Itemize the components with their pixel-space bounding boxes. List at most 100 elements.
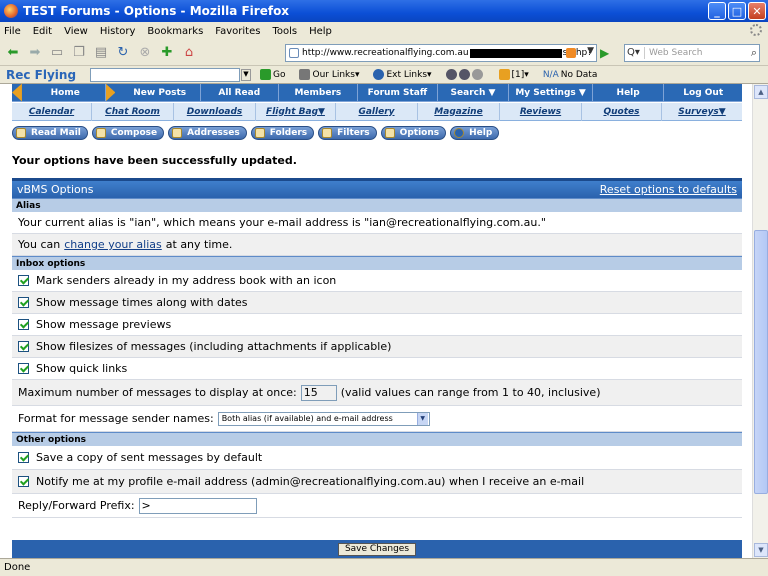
nav-my-settings[interactable]: My Settings ▼ (509, 84, 593, 102)
home-icon[interactable]: ⌂ (180, 44, 198, 62)
menu-tools[interactable]: Tools (272, 26, 297, 37)
forward-arrow-icon[interactable]: ➡ (26, 44, 44, 62)
subnav-quotes[interactable]: Quotes (582, 102, 662, 121)
media-controls[interactable] (445, 69, 485, 80)
subnav-calendar[interactable]: Calendar (12, 102, 92, 121)
paste-icon[interactable]: ▤ (92, 44, 110, 62)
reload-icon[interactable]: ↻ (114, 44, 132, 62)
toolbar-brand[interactable]: Rec Flying (6, 68, 84, 82)
addresses-button[interactable]: Addresses (168, 126, 247, 140)
alias-current-row: Your current alias is "ian", which means… (12, 212, 742, 234)
stop-media-icon[interactable] (471, 69, 483, 80)
menu-bookmarks[interactable]: Bookmarks (147, 26, 203, 37)
back-arrow-icon[interactable]: ⬅ (4, 44, 22, 62)
links-icon (299, 69, 311, 80)
show-times-checkbox[interactable] (18, 297, 29, 308)
navigation-toolbar: ⬅ ➡ ▭ ❐ ▤ ↻ ⊗ ✚ ⌂ http://www.recreationa… (0, 40, 768, 66)
nav-home[interactable]: Home (26, 84, 106, 102)
toolbar-search-input[interactable]: ▼ (90, 67, 251, 82)
help-button[interactable]: Help (450, 126, 500, 140)
scroll-up-icon[interactable]: ▲ (754, 85, 768, 99)
menu-favorites[interactable]: Favorites (215, 26, 260, 37)
rss-feed-icon[interactable] (566, 48, 576, 58)
notify-email-checkbox[interactable] (18, 476, 29, 487)
go-button[interactable]: ▶ (600, 46, 614, 60)
site-icon (289, 48, 299, 58)
search-engine-icon[interactable]: Q▾ (627, 47, 645, 59)
inbox-opt-mark-senders: Mark senders already in my address book … (12, 270, 742, 292)
scrollbar-thumb[interactable] (754, 230, 768, 494)
menu-file[interactable]: File (4, 26, 21, 37)
vertical-scrollbar[interactable]: ▲ ▼ (752, 84, 768, 558)
sender-format-select[interactable]: Both alias (if available) and e-mail add… (217, 411, 430, 426)
go-link[interactable]: Go (260, 69, 285, 80)
nav-help[interactable]: Help (593, 84, 665, 102)
nav-search[interactable]: Search ▼ (438, 84, 510, 102)
show-quick-links-checkbox[interactable] (18, 363, 29, 374)
sender-format-value: Both alias (if available) and e-mail add… (221, 413, 393, 423)
nav-all-read[interactable]: All Read (201, 84, 279, 102)
counter-item[interactable]: [1] ▾ (498, 69, 529, 80)
change-alias-link[interactable]: change your alias (64, 238, 162, 251)
our-links-menu[interactable]: Our Links ▾ (299, 69, 359, 80)
subnav-downloads[interactable]: Downloads (174, 102, 256, 121)
max-messages-input[interactable]: 15 (300, 384, 337, 401)
mark-senders-checkbox[interactable] (18, 275, 29, 286)
filters-button[interactable]: Filters (318, 126, 377, 140)
other-opt-notify: Notify me at my profile e-mail address (… (12, 470, 742, 494)
alias-change-suffix: at any time. (165, 238, 233, 251)
show-previews-checkbox[interactable] (18, 319, 29, 330)
menu-view[interactable]: View (64, 26, 88, 37)
close-button[interactable]: ✕ (748, 2, 766, 20)
compose-button[interactable]: Compose (91, 126, 165, 140)
subnav-chat-room[interactable]: Chat Room (92, 102, 174, 121)
options-button[interactable]: Options (380, 126, 447, 140)
save-changes-button[interactable]: Save Changes (337, 542, 417, 556)
scroll-down-icon[interactable]: ▼ (754, 543, 768, 557)
show-filesizes-label: Show filesizes of messages (including at… (36, 340, 392, 353)
select-chevron-down-icon[interactable]: ▼ (416, 412, 428, 425)
subnav-magazine[interactable]: Magazine (418, 102, 500, 121)
counter-icon (498, 69, 510, 80)
go-label: Go (273, 69, 286, 80)
page-icon[interactable]: ▭ (48, 44, 66, 62)
show-filesizes-checkbox[interactable] (18, 341, 29, 352)
folder-icon (254, 128, 265, 138)
url-bar[interactable]: http://www.recreationalflying.com.au s.ph… (285, 44, 597, 62)
subnav-flight-bag[interactable]: Flight Bag▼ (256, 102, 336, 121)
rewind-icon[interactable] (445, 69, 457, 80)
menu-help[interactable]: Help (309, 26, 332, 37)
menu-history[interactable]: History (100, 26, 136, 37)
toolbar-search-dropdown-icon[interactable]: ▼ (241, 68, 251, 81)
nav-forum-staff[interactable]: Forum Staff (358, 84, 438, 102)
folders-button[interactable]: Folders (250, 126, 315, 140)
pm-button-row: Read Mail Compose Addresses Folders Filt… (12, 126, 500, 140)
subnav-reviews[interactable]: Reviews (500, 102, 582, 121)
read-mail-button[interactable]: Read Mail (12, 126, 88, 140)
menu-edit[interactable]: Edit (33, 26, 52, 37)
nav-log-out[interactable]: Log Out (664, 84, 742, 102)
copy-icon[interactable]: ❐ (70, 44, 88, 62)
nav-left-arrow-icon[interactable] (12, 84, 22, 102)
new-tab-icon[interactable]: ✚ (158, 44, 176, 62)
subnav-surveys[interactable]: Surveys▼ (662, 103, 742, 121)
nav-right-arrow-icon[interactable] (105, 84, 116, 102)
play-icon[interactable] (458, 69, 470, 80)
compose-icon (95, 128, 106, 138)
save-copy-checkbox[interactable] (18, 452, 29, 463)
stop-icon[interactable]: ⊗ (136, 44, 154, 62)
maximize-button[interactable]: □ (728, 2, 746, 20)
subnav-gallery[interactable]: Gallery (336, 102, 418, 121)
save-bar: Save Changes (12, 540, 742, 558)
window-title: TEST Forums - Options - Mozilla Firefox (23, 4, 290, 18)
prefix-input[interactable]: > (138, 497, 257, 514)
ext-links-menu[interactable]: Ext Links ▾ (373, 69, 432, 80)
url-dropdown-icon[interactable]: ▼ (587, 46, 594, 56)
filters-label: Filters (337, 128, 370, 138)
search-icon[interactable]: ⌕ (751, 46, 757, 60)
reset-defaults-link[interactable]: Reset options to defaults (600, 183, 737, 196)
minimize-button[interactable]: _ (708, 2, 726, 20)
search-input[interactable]: Q▾ Web Search ⌕ (624, 44, 760, 62)
nav-new-posts[interactable]: New Posts (119, 84, 201, 102)
nav-members[interactable]: Members (279, 84, 359, 102)
